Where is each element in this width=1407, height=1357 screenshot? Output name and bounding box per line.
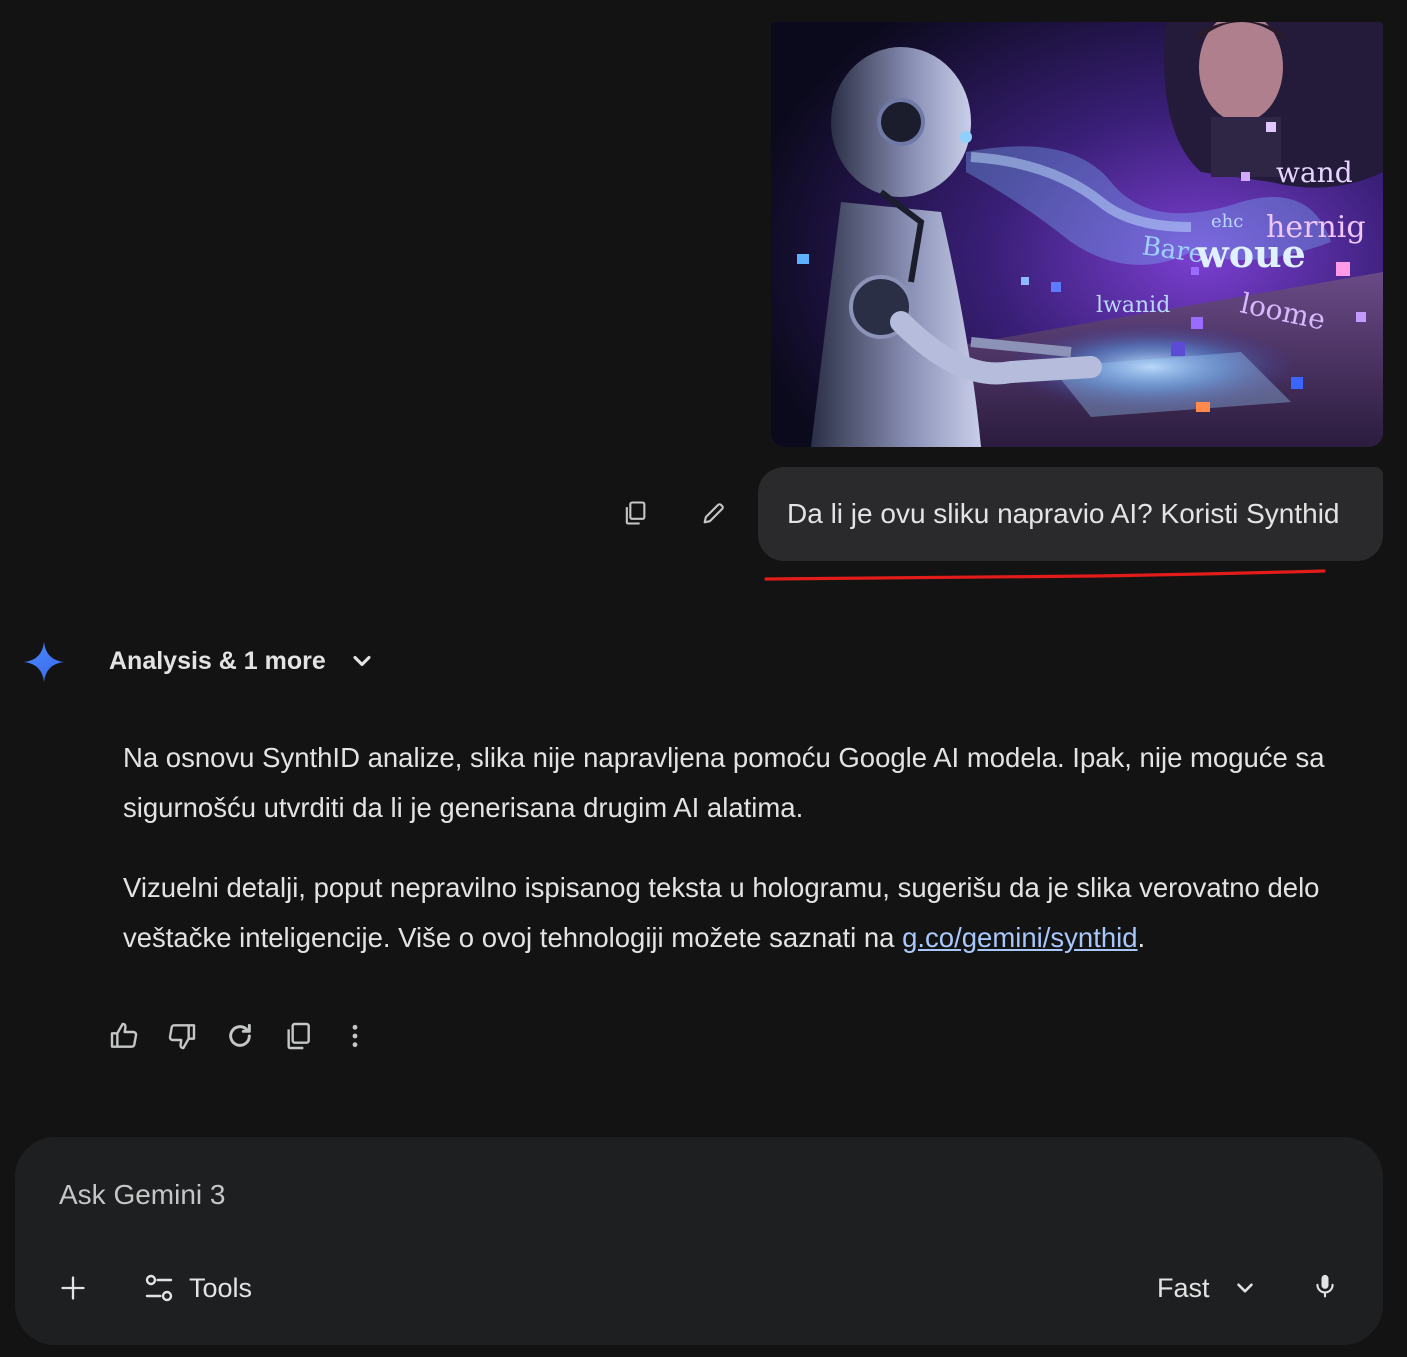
- gemini-sparkle-icon: [24, 642, 64, 682]
- tools-button[interactable]: Tools: [143, 1265, 252, 1311]
- more-vert-icon: [352, 1024, 358, 1048]
- thumbs-up-icon: [110, 1022, 138, 1048]
- model-details-toggle[interactable]: Analysis & 1 more: [109, 643, 376, 679]
- svg-text:woue: woue: [1195, 231, 1306, 276]
- annotation-underline: [764, 569, 1326, 581]
- add-attachment-button[interactable]: [49, 1264, 97, 1312]
- thumbs-down-icon: [168, 1024, 196, 1050]
- copy-icon: [287, 1022, 310, 1050]
- mode-selector[interactable]: Fast: [1157, 1265, 1258, 1311]
- uploaded-image[interactable]: wand hernig Bare woue loome lwanid ehc: [771, 22, 1383, 447]
- model-details-label: Analysis & 1 more: [109, 646, 326, 675]
- thumbs-up-button[interactable]: [100, 1012, 148, 1060]
- response-paragraph: Vizuelni detalji, poput nepravilno ispis…: [123, 863, 1373, 963]
- tools-label: Tools: [189, 1272, 253, 1303]
- redo-icon: [229, 1023, 251, 1047]
- pencil-icon: [703, 503, 724, 524]
- user-prompt-text: Da li je ovu sliku napravio AI? Koristi …: [787, 498, 1340, 529]
- synthid-link[interactable]: g.co/gemini/synthid: [902, 922, 1137, 953]
- edit-prompt-button[interactable]: [690, 489, 738, 537]
- microphone-icon: [1316, 1274, 1334, 1298]
- copy-icon: [625, 501, 646, 525]
- response-paragraph: Na osnovu SynthID analize, slika nije na…: [123, 742, 1325, 823]
- thumbs-down-button[interactable]: [158, 1012, 206, 1060]
- copy-response-button[interactable]: [274, 1012, 322, 1060]
- redo-button[interactable]: [216, 1012, 264, 1060]
- svg-text:ehc: ehc: [1211, 211, 1243, 232]
- response-text-end: .: [1137, 922, 1146, 953]
- chat-page: wand hernig Bare woue loome lwanid ehc D…: [0, 0, 1407, 1357]
- user-prompt-bubble: Da li je ovu sliku napravio AI? Koristi …: [758, 467, 1383, 561]
- mode-label: Fast: [1157, 1272, 1210, 1303]
- svg-text:wand: wand: [1276, 156, 1353, 189]
- microphone-button[interactable]: [1301, 1262, 1349, 1310]
- chevron-down-icon: [1236, 1283, 1253, 1293]
- more-options-button[interactable]: [331, 1012, 379, 1060]
- prompt-composer: Tools Fast: [15, 1137, 1383, 1345]
- prompt-input[interactable]: [59, 1175, 1059, 1215]
- response-body: Na osnovu SynthID analize, slika nije na…: [123, 733, 1373, 963]
- copy-prompt-button[interactable]: [611, 489, 659, 537]
- svg-text:lwanid: lwanid: [1096, 293, 1170, 318]
- chevron-down-icon: [353, 655, 371, 667]
- plus-icon: [61, 1276, 85, 1300]
- tools-sliders-icon: [145, 1274, 173, 1302]
